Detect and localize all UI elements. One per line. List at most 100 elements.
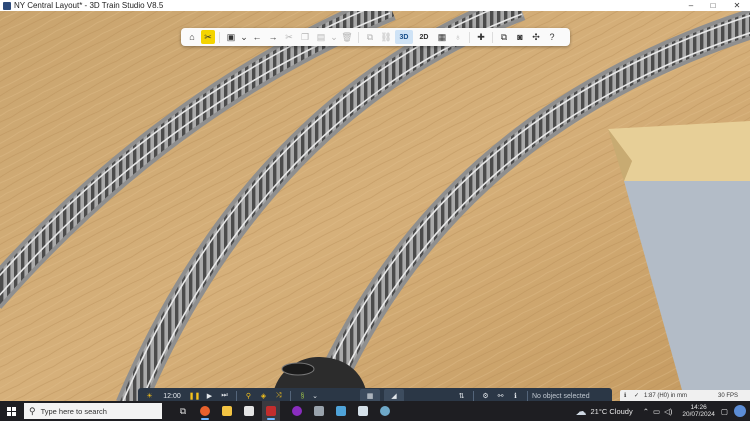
stack-icon: ◈: [260, 393, 267, 400]
plugins-button[interactable]: ✣: [529, 30, 543, 44]
play-icon: ▶: [206, 393, 213, 400]
shuffle-icon: ⤨: [275, 392, 282, 399]
save-dropdown[interactable]: ⌄: [240, 30, 248, 44]
view-2d-button[interactable]: 2D: [415, 30, 433, 44]
start-button[interactable]: [4, 401, 18, 421]
delete-button[interactable]: 🗑: [340, 30, 354, 44]
grid-button[interactable]: ▦: [435, 30, 449, 44]
add-button[interactable]: ✚: [474, 30, 488, 44]
info-button[interactable]: ℹ: [509, 389, 522, 401]
layer-button[interactable]: ◈: [257, 389, 270, 401]
network-icon[interactable]: ▭: [653, 407, 660, 416]
info-icon[interactable]: ℹ: [624, 392, 634, 399]
adjust-button[interactable]: ⇅: [455, 389, 468, 401]
paste-button[interactable]: ▤: [314, 30, 328, 44]
notification-icon[interactable]: ▢: [721, 407, 728, 416]
task-view-icon: ⧉: [179, 405, 187, 416]
app-icon: [358, 406, 368, 416]
app-button-4[interactable]: [354, 401, 372, 421]
volume-icon[interactable]: ◁): [664, 407, 672, 416]
signal-button[interactable]: §: [296, 389, 309, 401]
copy-button[interactable]: ❐: [298, 30, 312, 44]
app-icon: [292, 406, 302, 416]
edit-tools-button[interactable]: ✂: [201, 30, 215, 44]
minimize-button[interactable]: –: [680, 0, 702, 11]
selection-status: No object selected: [532, 392, 590, 400]
check-icon[interactable]: ✓: [634, 392, 644, 399]
app-button-1[interactable]: [288, 401, 306, 421]
close-button[interactable]: ✕: [726, 0, 748, 11]
undo-icon: ←: [252, 32, 262, 42]
view-3d-button[interactable]: 3D: [395, 30, 413, 44]
cloud-icon[interactable]: ☁: [576, 405, 587, 418]
taskbar-search[interactable]: ⚲ Type here to search: [24, 403, 162, 419]
paste-dropdown[interactable]: ⌄: [330, 30, 338, 44]
windows-icon: [6, 406, 16, 416]
network-icon: ⚯: [497, 393, 504, 400]
task-view-button[interactable]: ⧉: [174, 401, 192, 421]
save-icon: ▣: [226, 31, 236, 42]
link-icon: ⛓: [380, 31, 392, 42]
bar-separator: [527, 391, 528, 401]
redo-button[interactable]: →: [266, 30, 280, 44]
scene-canvas[interactable]: [0, 11, 750, 401]
weather-readout[interactable]: 21°C Cloudy: [591, 407, 633, 416]
shuffle-button[interactable]: ⤨: [272, 389, 285, 401]
time-display[interactable]: 12:00: [158, 389, 186, 401]
settings-button[interactable]: ⚙: [479, 389, 492, 401]
maximize-button[interactable]: □: [702, 0, 724, 11]
network-button[interactable]: ⚯: [494, 389, 507, 401]
train-studio-button[interactable]: [262, 401, 280, 421]
app-button-2[interactable]: [310, 401, 328, 421]
app-icon: [3, 1, 11, 10]
toolbar-separator: [358, 31, 359, 43]
light-button[interactable]: ♁: [451, 30, 465, 44]
simulation-bar: ☀ 12:00 ❚❚ ▶ ⏭ ⚲ ◈ ⤨ § ⌄ ▦ ◢ ⇅ ⚙ ⚯ ℹ No …: [138, 388, 612, 401]
play-button[interactable]: ▶: [203, 389, 216, 401]
3d-viewport[interactable]: ⌂ ✂ ▣ ⌄ ← → ✂ ❐ ▤ ⌄ 🗑 ⧉ ⛓ 3D 2D ▦ ♁ ✚ ⧉ …: [0, 11, 750, 401]
camera-button[interactable]: ◙: [513, 30, 527, 44]
chevron-down-icon: ⌄: [330, 31, 338, 42]
raised-board: [608, 121, 750, 181]
catalog-button[interactable]: ▦: [360, 389, 380, 401]
clock-date: 20/07/2024: [682, 411, 715, 418]
search-button[interactable]: ⚲: [242, 389, 255, 401]
app-button-3[interactable]: [332, 401, 350, 421]
app-button-5[interactable]: [376, 401, 394, 421]
firefox-icon: [200, 406, 210, 416]
pause-button[interactable]: ❚❚: [188, 389, 201, 401]
terrain-icon: ◢: [391, 393, 397, 400]
link-button[interactable]: ⛓: [379, 30, 393, 44]
sun-button[interactable]: ☀: [143, 389, 156, 401]
firefox-button[interactable]: [196, 401, 214, 421]
explorer-button[interactable]: [218, 401, 236, 421]
sliders-icon: ⇅: [458, 393, 465, 400]
save-button[interactable]: ▣: [224, 30, 238, 44]
train-icon: [266, 406, 276, 416]
skip-button[interactable]: ⏭: [218, 389, 231, 401]
running-indicator: [201, 418, 209, 420]
info-icon: ℹ: [514, 393, 517, 400]
chevron-down-icon: ⌄: [240, 31, 248, 42]
copy-icon: ❐: [300, 31, 310, 42]
signal-icon: §: [300, 392, 305, 400]
duplicate-button[interactable]: ⧉: [363, 30, 377, 44]
help-button[interactable]: ?: [545, 30, 559, 44]
terrain-button[interactable]: ◢: [384, 389, 404, 401]
clock[interactable]: 14:26 20/07/2024: [682, 404, 715, 418]
home-button[interactable]: ⌂: [185, 30, 199, 44]
app-icon: [380, 406, 390, 416]
status-bar: ℹ ✓ 1:87 (H0) in mm 30 FPS: [620, 390, 750, 401]
system-tray: ☁ 21°C Cloudy ⌃ ▭ ◁) 14:26 20/07/2024 ▢: [576, 401, 750, 421]
store-button[interactable]: [240, 401, 258, 421]
taskbar: ⚲ Type here to search ⧉ ☁ 21°C Cloudy ⌃ …: [0, 401, 750, 421]
store-icon: [244, 406, 254, 416]
chevron-up-icon[interactable]: ⌃: [643, 407, 649, 416]
copilot-icon[interactable]: [734, 405, 746, 417]
cut-button[interactable]: ✂: [282, 30, 296, 44]
signal-dropdown[interactable]: ⌄: [311, 389, 319, 401]
toolbar-separator: [469, 31, 470, 43]
layers-icon: ⧉: [500, 31, 508, 42]
undo-button[interactable]: ←: [250, 30, 264, 44]
layers-button[interactable]: ⧉: [497, 30, 511, 44]
